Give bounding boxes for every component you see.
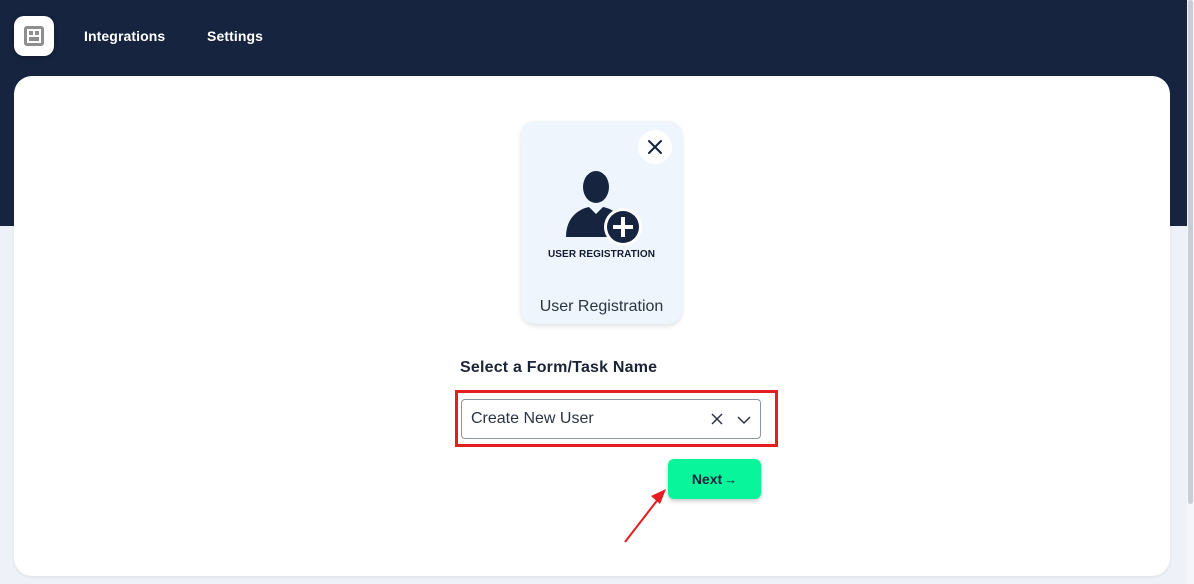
card-title: User Registration (539, 298, 664, 315)
next-button-label: Next (691, 471, 723, 487)
close-icon (648, 140, 662, 154)
nav-link-integrations[interactable]: Integrations (84, 28, 165, 44)
form-select-label: Select a Form/Task Name (460, 359, 658, 376)
next-button[interactable]: Next → (668, 459, 761, 499)
app-logo[interactable] (14, 16, 54, 56)
scrollbar-thumb[interactable] (1188, 0, 1193, 504)
chevron-down-icon[interactable] (736, 412, 752, 428)
app-logo-icon (24, 26, 44, 46)
card-icon-caption: USER REGISTRATION (547, 249, 656, 260)
integration-card-user-registration[interactable]: USER REGISTRATION User Registration (521, 121, 682, 324)
top-navbar: Integrations Settings (0, 0, 1194, 74)
arrow-right-icon: → (724, 471, 738, 487)
nav-link-settings[interactable]: Settings (207, 28, 263, 44)
card-close-button[interactable] (638, 130, 672, 164)
clear-icon[interactable] (709, 411, 725, 427)
main-panel: USER REGISTRATION User Registration Sele… (14, 76, 1170, 576)
select-value: Create New User (471, 410, 594, 427)
form-task-select[interactable]: Create New User (461, 399, 761, 439)
user-add-icon (566, 171, 642, 246)
